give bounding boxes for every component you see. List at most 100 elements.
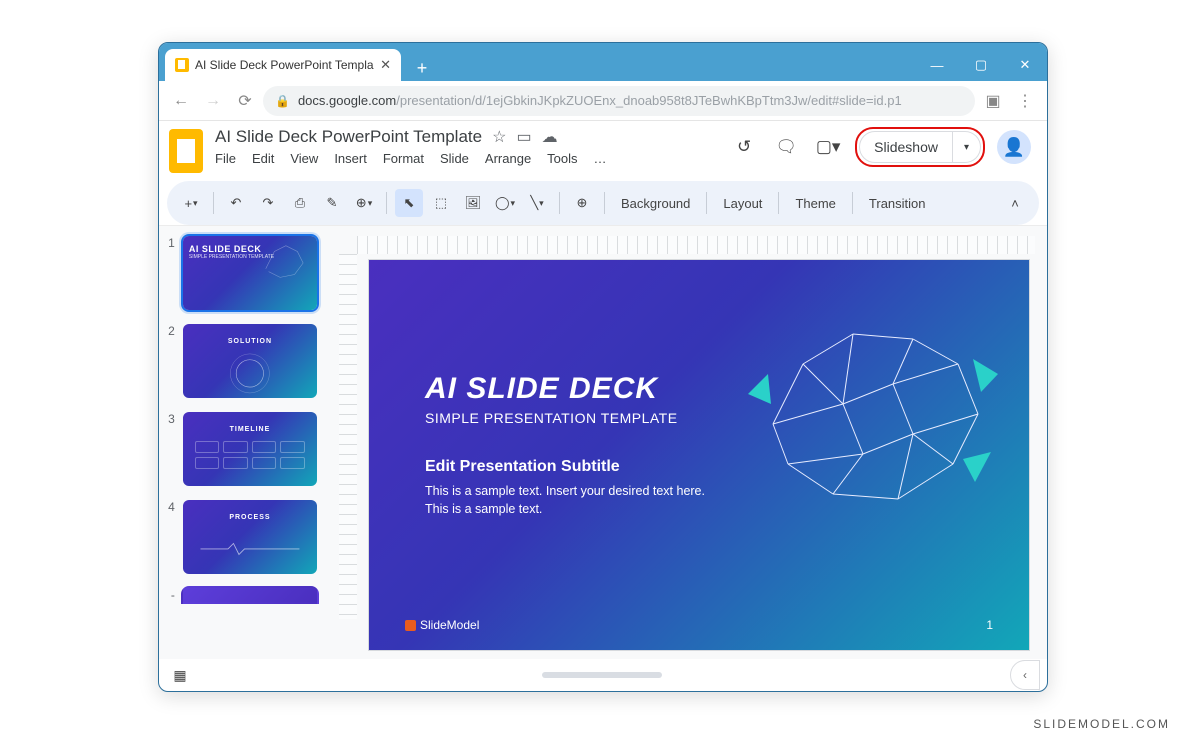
thumbnail-panel[interactable]: 1 AI SLIDE DECK SIMPLE PRESENTATION TEMP… — [159, 226, 329, 659]
grid-view-icon[interactable]: ▦ — [167, 662, 193, 688]
nav-fwd-icon[interactable]: → — [199, 87, 227, 115]
canvas-area: AI SLIDE DECK SIMPLE PRESENTATION TEMPLA… — [329, 226, 1047, 659]
slide-subtitle[interactable]: SIMPLE PRESENTATION TEMPLATE — [425, 410, 678, 426]
separator — [706, 192, 707, 214]
toolbar: + ↶ ↷ ⎙ ✎ ⊕ ⬉ ⬚ 🖼 ◯ ╲ ⊕ Background Layou… — [167, 181, 1039, 225]
thumb-title: TIMELINE — [189, 426, 311, 433]
move-icon[interactable]: ▭ — [516, 127, 531, 147]
separator — [852, 192, 853, 214]
textbox-tool[interactable]: ⬚ — [427, 189, 455, 217]
menu-more[interactable]: … — [594, 151, 607, 166]
titlebar: AI Slide Deck PowerPoint Templa ✕ + — ▢ … — [159, 43, 1047, 81]
undo-button[interactable]: ↶ — [222, 189, 250, 217]
browser-menu-icon[interactable]: ⋮ — [1011, 87, 1039, 115]
slideshow-button[interactable]: Slideshow — [859, 131, 953, 163]
brand-text: SlideModel — [420, 618, 479, 632]
browser-tab[interactable]: AI Slide Deck PowerPoint Templa ✕ — [165, 49, 401, 81]
footer: ▦ ‹ — [159, 659, 1047, 691]
theme-button[interactable]: Theme — [787, 196, 843, 211]
process-graphic-icon — [195, 527, 305, 571]
app-header: AI Slide Deck PowerPoint Template ☆ ▭ ☁ … — [159, 121, 1047, 177]
line-tool[interactable]: ╲ — [523, 189, 551, 217]
maximize-button[interactable]: ▢ — [959, 49, 1003, 81]
tab-close-icon[interactable]: ✕ — [380, 57, 391, 73]
paint-format-button[interactable]: ✎ — [318, 189, 346, 217]
image-tool[interactable]: 🖼 — [459, 189, 487, 217]
slide-thumbnail-5-partial[interactable] — [181, 586, 319, 604]
slideshow-dropdown[interactable]: ▾ — [953, 131, 981, 163]
collapse-toolbar-icon[interactable]: ˄ — [1001, 189, 1029, 217]
lock-icon: 🔒 — [275, 94, 290, 108]
separator — [559, 192, 560, 214]
slides-logo[interactable] — [169, 129, 203, 173]
new-slide-button[interactable]: + — [177, 189, 205, 217]
slide-body[interactable]: This is a sample text. Insert your desir… — [425, 482, 705, 518]
slide-heading[interactable]: Edit Presentation Subtitle — [425, 458, 620, 476]
explore-button[interactable]: ‹ — [1010, 660, 1040, 690]
ruler-horizontal[interactable] — [357, 236, 1035, 254]
url-path: /presentation/d/1ejGbkinJKpkZUOEnx_dnoab… — [396, 93, 902, 108]
attribution-text: SLIDEMODEL.COM — [1033, 717, 1170, 731]
print-button[interactable]: ⎙ — [286, 189, 314, 217]
menu-slide[interactable]: Slide — [440, 151, 469, 166]
slide-canvas[interactable]: AI SLIDE DECK SIMPLE PRESENTATION TEMPLA… — [369, 260, 1029, 650]
separator — [604, 192, 605, 214]
version-history-icon[interactable]: ↺ — [729, 132, 759, 162]
minimize-button[interactable]: — — [915, 49, 959, 81]
background-button[interactable]: Background — [613, 196, 698, 211]
separator — [778, 192, 779, 214]
doc-title[interactable]: AI Slide Deck PowerPoint Template — [215, 127, 482, 147]
menu-arrange[interactable]: Arrange — [485, 151, 531, 166]
add-comment-button[interactable]: ⊕ — [568, 189, 596, 217]
menu-file[interactable]: File — [215, 151, 236, 166]
transition-button[interactable]: Transition — [861, 196, 934, 211]
editor: 1 AI SLIDE DECK SIMPLE PRESENTATION TEMP… — [159, 225, 1047, 659]
star-icon[interactable]: ☆ — [492, 127, 506, 147]
brain-graphic-icon — [713, 304, 1013, 544]
slide-thumbnail-4[interactable]: PROCESS — [181, 498, 319, 576]
menu-tools[interactable]: Tools — [547, 151, 577, 166]
cloud-status-icon[interactable]: ☁ — [542, 127, 558, 147]
window-controls: — ▢ ✕ — [915, 49, 1047, 81]
menu-insert[interactable]: Insert — [334, 151, 367, 166]
slides-favicon — [175, 58, 189, 72]
address-bar[interactable]: 🔒 docs.google.com/presentation/d/1ejGbki… — [263, 86, 975, 116]
menu-view[interactable]: View — [290, 151, 318, 166]
separator — [213, 192, 214, 214]
select-tool[interactable]: ⬉ — [395, 189, 423, 217]
timeline-graphic-icon — [195, 441, 305, 469]
install-app-icon[interactable]: ▣ — [979, 87, 1007, 115]
horizontal-scrollbar[interactable] — [542, 672, 662, 678]
slide-thumbnail-1[interactable]: AI SLIDE DECK SIMPLE PRESENTATION TEMPLA… — [181, 234, 319, 312]
browser-window: AI Slide Deck PowerPoint Templa ✕ + — ▢ … — [158, 42, 1048, 692]
brand-mark-icon — [405, 620, 416, 631]
thumb-number: - — [165, 586, 175, 602]
slide-title[interactable]: AI SLIDE DECK — [425, 372, 658, 406]
menu-edit[interactable]: Edit — [252, 151, 274, 166]
slideshow-highlight: Slideshow ▾ — [855, 127, 985, 167]
layout-button[interactable]: Layout — [715, 196, 770, 211]
brain-icon — [253, 240, 313, 286]
tab-title: AI Slide Deck PowerPoint Templa — [195, 58, 374, 72]
share-button[interactable]: 👤 — [997, 130, 1031, 164]
slide-thumbnail-3[interactable]: TIMELINE — [181, 410, 319, 488]
thumb-title: SOLUTION — [189, 338, 311, 345]
redo-button[interactable]: ↷ — [254, 189, 282, 217]
thumb-number: 3 — [165, 410, 175, 426]
meet-icon[interactable]: ▢▾ — [813, 132, 843, 162]
slide-page-number: 1 — [986, 618, 993, 632]
thumb-title: PROCESS — [189, 514, 311, 521]
person-add-icon: 👤 — [1003, 137, 1025, 158]
thumb-number: 1 — [165, 234, 175, 250]
window-close-button[interactable]: ✕ — [1003, 49, 1047, 81]
new-tab-button[interactable]: + — [409, 55, 435, 81]
nav-back-icon[interactable]: ← — [167, 87, 195, 115]
slide-thumbnail-2[interactable]: SOLUTION — [181, 322, 319, 400]
ruler-vertical[interactable] — [339, 254, 357, 619]
menu-format[interactable]: Format — [383, 151, 424, 166]
thumb-number: 2 — [165, 322, 175, 338]
zoom-button[interactable]: ⊕ — [350, 189, 378, 217]
shape-tool[interactable]: ◯ — [491, 189, 519, 217]
comments-icon[interactable]: 🗨 — [771, 132, 801, 162]
reload-icon[interactable]: ⟳ — [231, 87, 259, 115]
